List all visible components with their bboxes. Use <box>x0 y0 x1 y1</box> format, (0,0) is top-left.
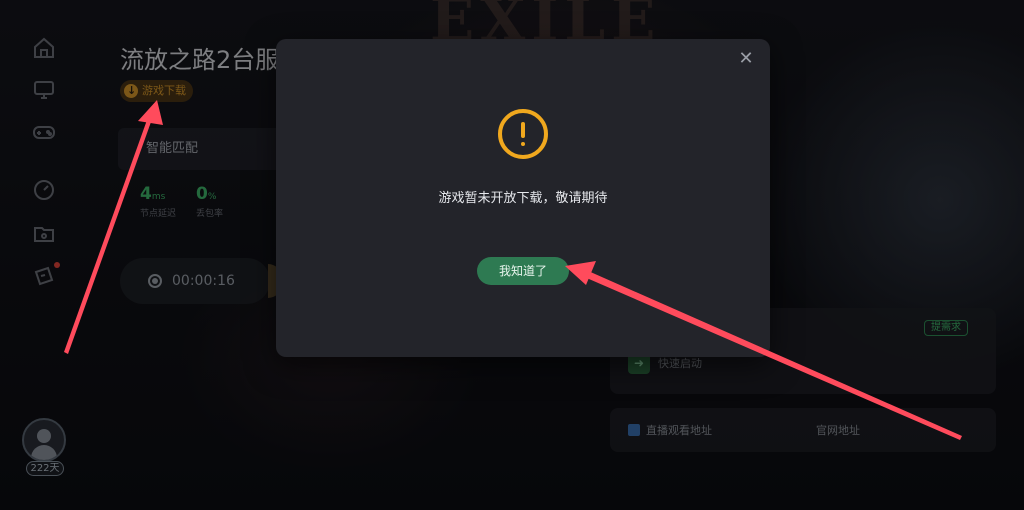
warning-icon <box>498 109 548 159</box>
got-it-button[interactable]: 我知道了 <box>477 257 569 285</box>
close-icon[interactable]: ✕ <box>738 50 754 68</box>
download-unavailable-dialog: ✕ 游戏暂未开放下载，敬请期待 我知道了 <box>276 39 770 357</box>
dialog-message: 游戏暂未开放下载，敬请期待 <box>438 191 608 206</box>
